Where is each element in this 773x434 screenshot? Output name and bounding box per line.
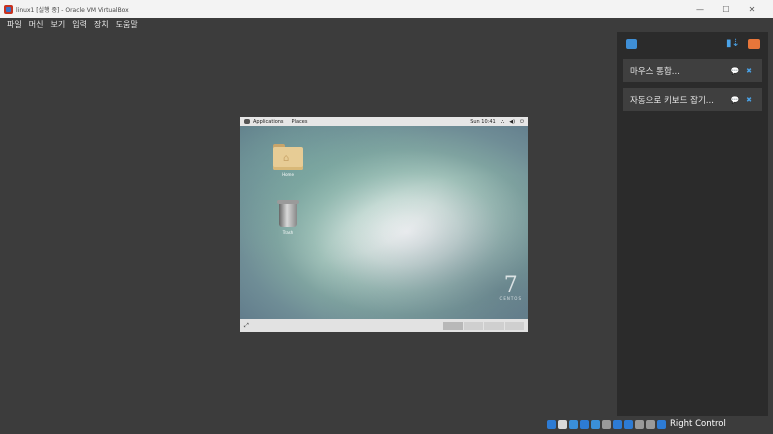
guest-desktop[interactable]: ⌂ Home Trash 7 CENTOS: [240, 126, 528, 319]
menu-help[interactable]: 도움말: [116, 19, 138, 30]
display-icon[interactable]: [613, 419, 622, 429]
audio-icon[interactable]: [569, 419, 578, 429]
menu-view[interactable]: 보기: [50, 19, 65, 30]
network-icon[interactable]: ⛬: [501, 119, 505, 125]
sort-icon[interactable]: ▮⇣: [726, 39, 740, 49]
close-icon[interactable]: ✖: [742, 67, 756, 75]
notification-text: 마우스 통합...: [630, 66, 680, 77]
home-desktop-icon[interactable]: ⌂ Home: [268, 144, 308, 177]
menu-devices[interactable]: 장치: [94, 19, 109, 30]
window-title: linux1 [실행 중] - Oracle VM VirtualBox: [16, 6, 129, 14]
notification-auto-capture-keyboard[interactable]: 자동으로 키보드 잡기... 💬 ✖: [623, 88, 762, 111]
guest-screen[interactable]: Applications Places Sun 10:41 ⛬ ◀) ⏻ ⌂ H…: [240, 117, 528, 332]
close-button[interactable]: ✕: [739, 5, 765, 14]
maximize-button[interactable]: ☐: [713, 5, 739, 14]
optical-drive-icon[interactable]: [558, 419, 567, 429]
gnome-foot-icon: [244, 119, 250, 124]
hard-disk-icon[interactable]: [547, 419, 556, 429]
notification-bubble-icon[interactable]: [626, 39, 637, 49]
menu-machine[interactable]: 머신: [29, 19, 44, 30]
host-key-label: Right Control: [670, 419, 726, 429]
centos-version-numeral: 7: [503, 273, 518, 298]
minimize-button[interactable]: —: [687, 5, 713, 14]
cpu-icon[interactable]: [635, 419, 644, 429]
home-icon-label: Home: [282, 172, 294, 177]
device-status-icons: Right Control: [547, 419, 726, 429]
menu-bar: 파일 머신 보기 입력 장치 도움말: [0, 18, 773, 30]
clear-all-icon[interactable]: [748, 39, 760, 49]
workspace-4[interactable]: [504, 322, 524, 330]
window-controls: — ☐ ✕: [687, 0, 765, 18]
virtualbox-icon: [4, 4, 13, 14]
centos-wordmark: CENTOS: [499, 296, 522, 301]
applications-menu[interactable]: Applications: [244, 119, 284, 125]
guest-bottom-bar: ⤢: [240, 319, 528, 332]
shared-folders-icon[interactable]: [602, 419, 611, 429]
trash-icon-label: Trash: [282, 230, 294, 235]
guest-clock[interactable]: Sun 10:41: [470, 119, 496, 125]
workspace-1[interactable]: [443, 322, 463, 330]
close-icon[interactable]: ✖: [742, 96, 756, 104]
trash-icon: [277, 200, 299, 228]
menu-file[interactable]: 파일: [7, 19, 22, 30]
recording-icon[interactable]: [624, 419, 633, 429]
usb-icon[interactable]: [591, 419, 600, 429]
menu-input[interactable]: 입력: [72, 19, 87, 30]
notification-mouse-integration[interactable]: 마우스 통합... 💬 ✖: [623, 59, 762, 82]
workspace-3[interactable]: [484, 322, 504, 330]
guest-status-area: Sun 10:41 ⛬ ◀) ⏻: [465, 117, 524, 126]
speech-bubble-icon[interactable]: 💬: [728, 67, 742, 75]
centos-watermark: 7 CENTOS: [499, 273, 522, 302]
trash-desktop-icon[interactable]: Trash: [268, 200, 308, 235]
status-bar: Right Control: [0, 416, 773, 434]
notification-center: ▮⇣ 마우스 통합... 💬 ✖ 자동으로 키보드 잡기... 💬 ✖: [617, 32, 768, 416]
home-folder-icon: ⌂: [273, 144, 303, 170]
workspace-switcher[interactable]: [442, 322, 524, 330]
network-icon[interactable]: [580, 419, 589, 429]
places-menu[interactable]: Places: [292, 119, 308, 125]
power-icon[interactable]: ⏻: [520, 119, 524, 125]
volume-icon[interactable]: ◀): [509, 119, 515, 125]
notification-text: 자동으로 키보드 잡기...: [630, 95, 714, 106]
guest-top-bar: Applications Places Sun 10:41 ⛬ ◀) ⏻: [240, 117, 528, 126]
window-titlebar: linux1 [실행 중] - Oracle VM VirtualBox — ☐…: [0, 0, 773, 18]
speech-bubble-icon[interactable]: 💬: [728, 96, 742, 104]
workspace-2[interactable]: [463, 322, 483, 330]
applications-label: Applications: [253, 118, 284, 125]
window-list-icon[interactable]: ⤢: [244, 322, 249, 330]
keyboard-icon[interactable]: [657, 419, 666, 429]
notification-center-header: ▮⇣: [617, 32, 768, 56]
mouse-icon[interactable]: [646, 419, 655, 429]
